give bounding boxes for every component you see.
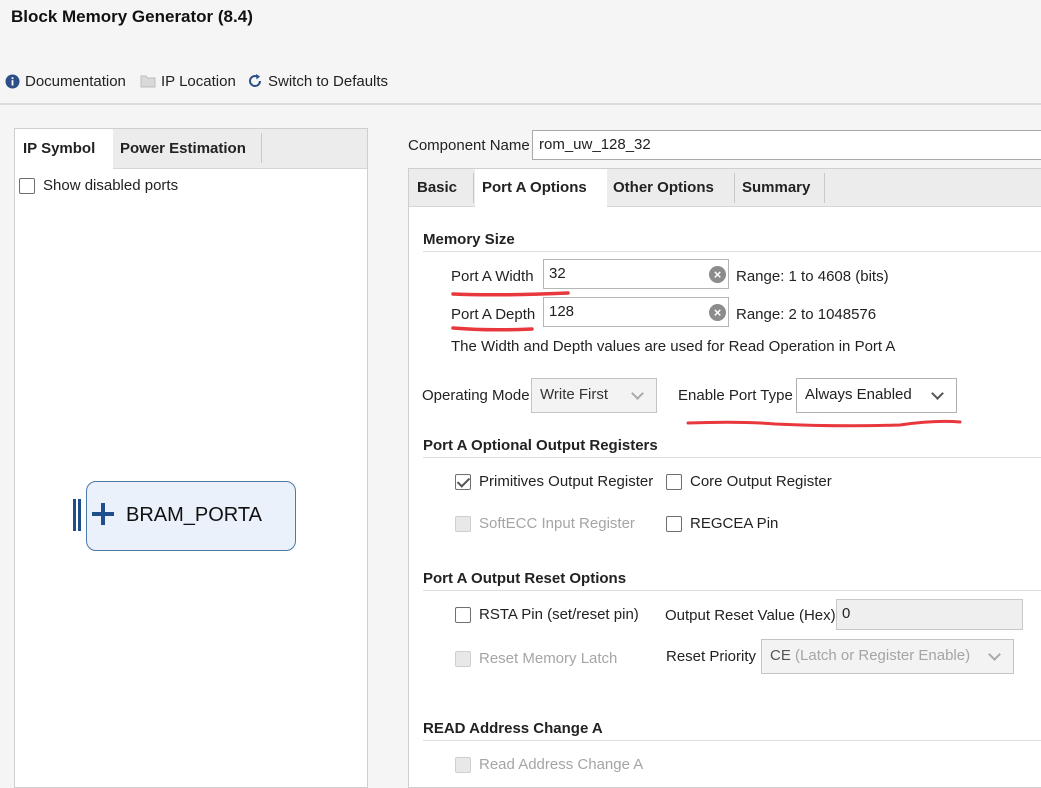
depth-underline: [451, 326, 534, 332]
enable-type-underline: [686, 419, 962, 428]
width-underline: [451, 291, 570, 297]
annotation-underlines: [451, 291, 962, 428]
